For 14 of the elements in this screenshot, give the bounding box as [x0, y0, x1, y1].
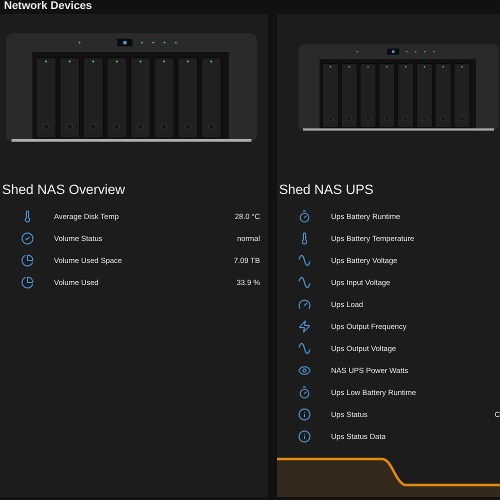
check-circle-icon: [19, 232, 35, 244]
lightning-icon: [296, 320, 312, 332]
eye-icon: [296, 364, 312, 376]
gauge-icon: [296, 298, 312, 310]
info-icon: [296, 408, 312, 420]
sine-wave-icon: [296, 254, 312, 266]
sine-wave-icon: [296, 342, 312, 354]
card-title: Shed NAS Overview: [2, 182, 126, 197]
card-title: Shed NAS UPS: [279, 182, 374, 197]
pie-chart-icon: [19, 276, 35, 288]
page-title: Network Devices: [3, 0, 92, 12]
pie-chart-icon: [19, 254, 35, 266]
sine-wave-icon: [296, 276, 312, 288]
info-icon: [296, 430, 312, 442]
